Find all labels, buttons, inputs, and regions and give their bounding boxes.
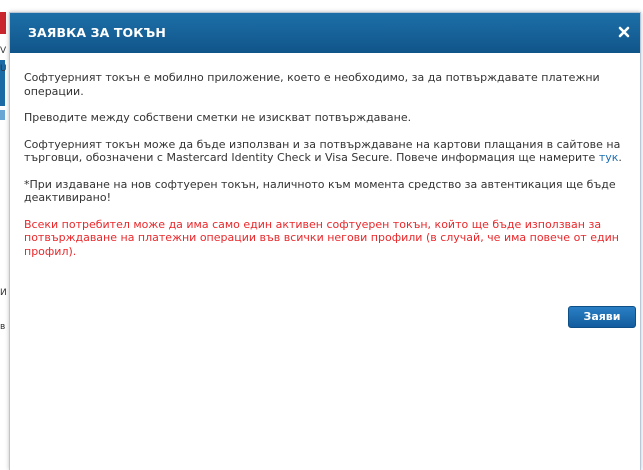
deactivation-warning: *При издаване на нов софтуерен токън, на… bbox=[24, 177, 616, 205]
more-info-link[interactable]: тук bbox=[599, 151, 619, 164]
card-payments-text: Софтуерният токън може да бъде използван… bbox=[24, 137, 621, 165]
token-description-text: Софтуерният токън е мобилно приложение, … bbox=[24, 71, 600, 98]
dialog-title: ЗАЯВКА ЗА ТОКЪН bbox=[28, 25, 166, 40]
single-token-warning: Всеки потребител може да има само един а… bbox=[24, 217, 619, 258]
background-text-fragment: V bbox=[0, 46, 7, 56]
background-nav-fragment-2 bbox=[0, 110, 5, 120]
card-payments-text-end: . bbox=[618, 151, 622, 164]
dialog-header: ЗАЯВКА ЗА ТОКЪН bbox=[10, 13, 640, 53]
card-payments-note: Софтуерният токън може да бъде използван… bbox=[24, 138, 634, 165]
token-request-dialog: ЗАЯВКА ЗА ТОКЪН Софтуерният токън е моби… bbox=[9, 12, 641, 470]
dialog-body: Софтуерният токън е мобилно приложение, … bbox=[24, 71, 634, 271]
background-text-fragment: в bbox=[0, 322, 6, 332]
background-text-fragment: И bbox=[0, 288, 7, 298]
background-text-fragment: U bbox=[0, 64, 7, 74]
close-icon[interactable] bbox=[616, 24, 632, 40]
background-logo-fragment bbox=[0, 12, 6, 34]
own-accounts-note: Преводите между собствени сметки не изис… bbox=[24, 111, 412, 124]
page: V U И в ЗАЯВКА ЗА ТОКЪН Софтуерният токъ… bbox=[0, 0, 643, 470]
request-button[interactable]: Заяви bbox=[568, 306, 636, 328]
